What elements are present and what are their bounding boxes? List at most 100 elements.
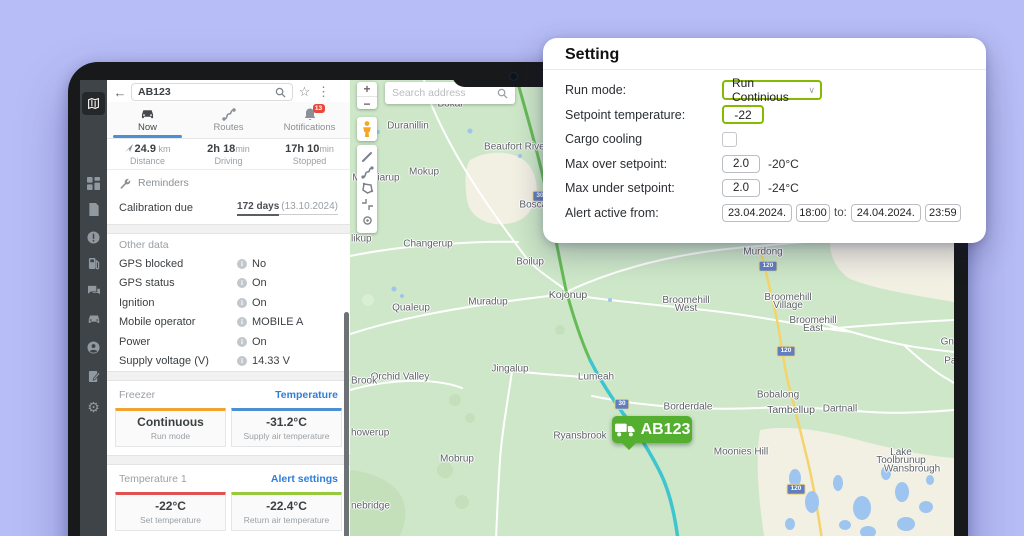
setpoint-row: Setpoint temperature: -22 — [565, 103, 964, 128]
map-label: Moonies Hill — [714, 447, 768, 458]
run-mode-select[interactable]: Run Continious ∨ — [722, 80, 822, 100]
stat-stopped: 17h 10minStopped — [269, 139, 350, 169]
section-title: Freezer — [119, 389, 155, 401]
cargo-cooling-checkbox[interactable] — [722, 132, 737, 147]
other-data-value-text: MOBILE A — [252, 316, 303, 328]
target-icon[interactable] — [361, 214, 374, 227]
sidebar-item-settings[interactable]: ⚙ — [80, 398, 107, 416]
max-under-input[interactable]: 2.0 — [722, 179, 760, 197]
route-shield: 30 — [614, 399, 629, 410]
back-arrow-icon[interactable]: ← — [113, 85, 127, 100]
other-data-value: iOn — [237, 277, 267, 289]
info-icon: i — [237, 259, 247, 269]
sensor-card[interactable]: ContinuousRun mode — [115, 408, 226, 447]
other-data-key: Ignition — [119, 297, 237, 309]
map-label: Murdong — [743, 247, 782, 258]
section-title: Temperature 1 — [119, 473, 187, 485]
run-mode-row: Run mode: Run Continious ∨ — [565, 78, 964, 103]
tab-notifications[interactable]: 13Notifications — [269, 102, 350, 138]
measure-icon[interactable] — [361, 151, 373, 163]
collapse-icon[interactable] — [361, 198, 374, 211]
favorite-star-icon[interactable]: ☆ — [297, 84, 312, 100]
map-label: Mobrup — [440, 454, 474, 465]
section-link[interactable]: Alert settings — [271, 473, 338, 485]
sidebar-item-alerts[interactable] — [80, 228, 107, 246]
calibration-value: 172 days(13.10.2024) — [237, 201, 338, 215]
sidebar-item-dashboard[interactable] — [80, 174, 107, 192]
map-label: Gnowangerup — [941, 337, 954, 348]
max-over-result: -20°C — [768, 157, 799, 171]
vehicle-icon — [87, 313, 101, 325]
wrench-icon — [119, 177, 131, 189]
map-label: Brook — [351, 376, 377, 387]
polygon-icon[interactable] — [361, 182, 374, 195]
sidebar-item-vehicles[interactable] — [80, 310, 107, 328]
alert-to-date-input[interactable]: 24.04.2024. — [851, 204, 921, 222]
vehicle-marker-label: AB123 — [641, 421, 691, 439]
max-over-input[interactable]: 2.0 — [722, 155, 760, 173]
section-header: Freezer Temperature — [107, 386, 350, 404]
truck-icon — [614, 422, 636, 437]
cargo-cooling-label: Cargo cooling — [565, 132, 722, 146]
notification-badge: 13 — [313, 104, 325, 113]
calibration-row[interactable]: Calibration due 172 days(13.10.2024) — [107, 196, 350, 224]
map-label: Broomehill West — [657, 297, 715, 313]
sidebar-item-drivers[interactable] — [80, 338, 107, 356]
stat-label: Distance — [130, 156, 165, 166]
info-icon: i — [237, 337, 247, 347]
alert-to-time-input[interactable]: 23:59 — [925, 204, 961, 222]
route-track-icon[interactable] — [361, 166, 374, 179]
zoom-in-button[interactable]: + — [357, 82, 377, 97]
map-label: Qualeup — [392, 303, 430, 314]
pegman-icon — [362, 121, 372, 138]
section-link[interactable]: Temperature — [275, 389, 338, 401]
reminders-row[interactable]: Reminders — [107, 170, 350, 196]
stat-value: 17h 10min — [285, 143, 334, 155]
sensor-card-label: Return air temperature — [234, 515, 339, 525]
route-shield: 120 — [759, 261, 778, 272]
info-icon: i — [237, 356, 247, 366]
section-divider — [107, 455, 350, 465]
sensor-card-label: Run mode — [118, 431, 223, 441]
max-under-label: Max under setpoint: — [565, 181, 722, 195]
map-label: Lumeah — [578, 372, 614, 383]
tab-routes[interactable]: Routes — [188, 102, 269, 138]
sidebar-item-documents[interactable] — [80, 200, 107, 218]
panel-header: ← AB123 ☆ ⋮ — [107, 80, 350, 102]
route-icon — [222, 108, 236, 121]
kebab-menu-icon[interactable]: ⋮ — [316, 84, 331, 100]
sensor-card[interactable]: -22.4°CReturn air temperature — [231, 492, 342, 531]
other-data-row: IgnitioniOn — [107, 293, 350, 313]
panel-scrollbar[interactable] — [344, 312, 349, 536]
sidebar-item-chat[interactable] — [80, 282, 107, 300]
sidebar-item-fuel[interactable] — [80, 254, 107, 272]
setpoint-input[interactable]: -22 — [722, 105, 764, 124]
sidebar-item-tasks[interactable] — [80, 367, 107, 385]
map-label: nebridge — [351, 501, 390, 512]
sidebar-item-map-logo[interactable] — [82, 92, 105, 115]
document-icon — [88, 203, 100, 216]
other-data-value: iOn — [237, 336, 267, 348]
map-tools-toolbar — [357, 145, 377, 233]
vehicle-marker-ab123[interactable]: AB123 — [612, 416, 692, 443]
map-label: Ryansbrook — [553, 431, 606, 442]
other-data-value: iMOBILE A — [237, 316, 303, 328]
other-data-row: GPS blockediNo — [107, 254, 350, 274]
map-label: Duranillin — [387, 121, 429, 132]
pegman-control[interactable] — [357, 117, 377, 141]
sensor-card[interactable]: -31.2°CSupply air temperature — [231, 408, 342, 447]
other-data-value: i14.33 V — [237, 355, 290, 367]
sensor-card[interactable]: -22°CSet temperature — [115, 492, 226, 531]
alert-from-date-input[interactable]: 23.04.2024. — [722, 204, 792, 222]
alert-from-time-input[interactable]: 18:00 — [796, 204, 830, 222]
map-label: Broomehill Village — [759, 294, 817, 310]
vehicle-search-input[interactable]: AB123 — [131, 83, 293, 101]
zoom-out-button[interactable]: − — [357, 97, 377, 111]
chevron-down-icon: ∨ — [808, 85, 815, 96]
tab-label: Routes — [213, 122, 243, 133]
sensor-card-label: Supply air temperature — [234, 431, 339, 441]
tab-now[interactable]: Now — [107, 102, 188, 138]
other-data-row: Supply voltage (V)i14.33 V — [107, 352, 350, 372]
max-over-row: Max over setpoint: 2.0 -20°C — [565, 152, 964, 177]
map-label: Dartnall — [823, 404, 857, 415]
